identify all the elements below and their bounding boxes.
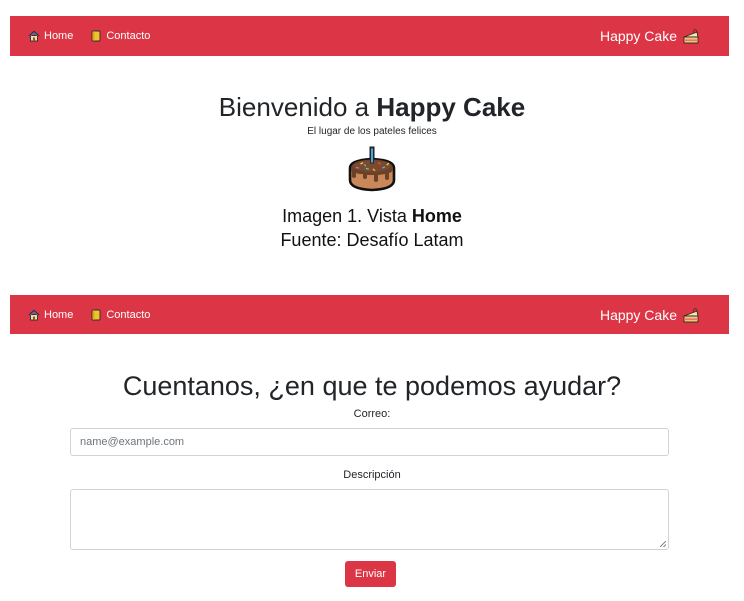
nav-link-contacto-label: Contacto (106, 308, 151, 321)
navbar-brand[interactable]: Happy Cake (600, 307, 700, 323)
nav-link-home[interactable]: Home (28, 30, 73, 42)
home-subtitle: El lugar de los pateles felices (307, 126, 437, 137)
contact-section: Cuentanos, ¿en que te podemos ayudar? Co… (0, 334, 744, 587)
home-title: Bienvenido a Happy Cake (218, 92, 526, 122)
notebook-icon (90, 309, 102, 321)
email-label: Correo: (353, 408, 391, 420)
nav-link-contacto[interactable]: Contacto (90, 309, 150, 321)
brand-label: Happy Cake (599, 306, 677, 323)
house-icon (28, 309, 40, 321)
navbar-contact-view: Home Contacto Happy Cake (10, 295, 729, 334)
notebook-icon (90, 30, 102, 42)
caption-line-2: Fuente: Desafío Latam (280, 230, 464, 250)
home-section: Bienvenido a Happy Cake El lugar de los … (0, 56, 744, 252)
nav-link-contacto[interactable]: Contacto (90, 30, 150, 42)
contact-title: Cuentanos, ¿en que te podemos ayudar? (122, 371, 622, 401)
birthday-cake-icon (0, 144, 744, 194)
resize-handle[interactable] (660, 541, 666, 547)
description-textarea[interactable] (70, 489, 669, 550)
nav-link-home[interactable]: Home (28, 309, 73, 321)
submit-button[interactable]: Enviar (345, 561, 396, 587)
caption-line-1: Imagen 1. Vista Home (282, 206, 462, 226)
brand-label: Happy Cake (599, 28, 677, 44)
nav-link-home-label: Home (44, 308, 74, 321)
description-label: Descripción (343, 469, 401, 481)
email-field[interactable] (70, 428, 669, 456)
navbar-brand[interactable]: Happy Cake (600, 28, 700, 44)
nav-link-contacto-label: Contacto (106, 30, 151, 42)
navbar-top: Home Contacto Happy Cake (10, 16, 729, 56)
cake-slice-icon (682, 307, 700, 323)
house-icon (28, 30, 40, 42)
nav-link-home-label: Home (44, 30, 74, 42)
image-caption: Imagen 1. Vista Home Fuente: Desafío Lat… (0, 204, 744, 252)
cake-slice-icon (682, 28, 700, 44)
